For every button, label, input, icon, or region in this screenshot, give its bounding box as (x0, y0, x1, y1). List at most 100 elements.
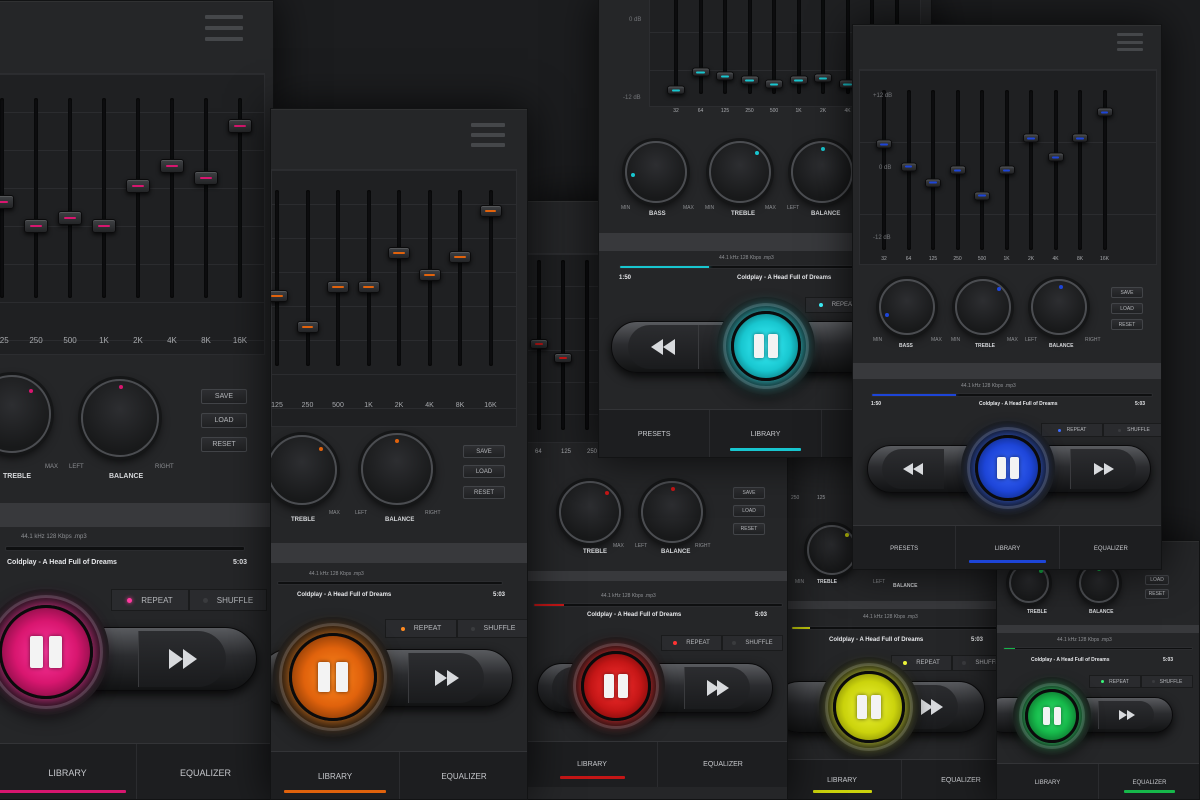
progress-bar[interactable] (1003, 647, 1193, 650)
reset-button[interactable]: RESET (463, 486, 505, 499)
repeat-toggle[interactable]: REPEAT (1041, 423, 1103, 437)
pause-button[interactable] (289, 633, 377, 721)
shuffle-toggle[interactable]: SHUFFLE (722, 635, 783, 651)
save-button[interactable]: SAVE (463, 445, 505, 458)
tab-equalizer[interactable]: EQUALIZER (400, 752, 527, 799)
eq-slider-8K[interactable] (194, 98, 218, 298)
slider-thumb[interactable] (789, 75, 808, 85)
eq-slider-125[interactable] (0, 98, 14, 298)
menu-icon[interactable] (1117, 33, 1143, 51)
eq-slider-125[interactable] (271, 190, 288, 366)
eq-slider-16K[interactable] (228, 98, 252, 298)
balance-knob[interactable] (81, 379, 159, 457)
progress-bar[interactable] (791, 626, 1013, 630)
slider-thumb[interactable] (900, 162, 917, 172)
eq-slider-2K[interactable] (388, 190, 410, 366)
slider-thumb[interactable] (716, 71, 734, 81)
shuffle-toggle[interactable]: SHUFFLE (1103, 423, 1161, 437)
eq-slider-250[interactable] (740, 0, 760, 94)
next-button[interactable] (684, 667, 750, 709)
eq-slider-8K[interactable] (449, 190, 471, 366)
reset-button[interactable]: RESET (201, 437, 247, 452)
eq-slider-1K[interactable] (92, 98, 116, 298)
next-button[interactable] (408, 653, 484, 703)
eq-slider-4K[interactable] (418, 190, 441, 366)
tab-equalizer[interactable]: EQUALIZER (137, 744, 273, 799)
slider-thumb[interactable] (1072, 133, 1088, 143)
slider-thumb[interactable] (530, 339, 548, 349)
eq-slider-32[interactable] (666, 0, 686, 95)
eq-slider-500[interactable] (58, 98, 82, 298)
eq-slider[interactable] (552, 260, 574, 430)
tab-library[interactable]: LIBRARY (997, 764, 1099, 799)
slider-thumb[interactable] (1047, 152, 1064, 162)
treble-knob[interactable] (807, 525, 857, 575)
load-button[interactable]: LOAD (463, 465, 505, 478)
eq-slider-2K[interactable] (126, 98, 150, 298)
slider-thumb[interactable] (194, 171, 218, 185)
tab-library[interactable]: LIBRARY (271, 752, 400, 799)
eq-slider[interactable] (528, 260, 550, 430)
slider-thumb[interactable] (925, 178, 941, 188)
slider-thumb[interactable] (357, 280, 380, 293)
slider-thumb[interactable] (1023, 133, 1039, 143)
pause-button[interactable] (833, 671, 905, 743)
slider-thumb[interactable] (92, 219, 116, 233)
eq-slider-4K[interactable] (160, 98, 184, 298)
tab-equalizer[interactable]: EQUALIZER (1060, 526, 1161, 569)
slider-thumb[interactable] (479, 205, 502, 218)
treble-knob[interactable] (709, 141, 771, 203)
repeat-toggle[interactable]: REPEAT (891, 655, 952, 671)
repeat-toggle[interactable]: REPEAT (385, 619, 457, 638)
reset-button[interactable]: RESET (1111, 319, 1143, 330)
next-button[interactable] (138, 631, 226, 687)
eq-slider-8K[interactable] (1070, 90, 1090, 250)
load-button[interactable]: LOAD (733, 505, 765, 517)
eq-slider-500[interactable] (764, 0, 784, 94)
previous-button[interactable] (882, 449, 944, 489)
eq-slider-2K[interactable] (813, 0, 833, 94)
eq-slider[interactable] (576, 260, 598, 430)
load-button[interactable]: LOAD (201, 413, 247, 428)
shuffle-toggle[interactable]: SHUFFLE (457, 619, 527, 638)
tab-library[interactable]: LIBRARY (710, 410, 822, 457)
progress-bar[interactable] (5, 546, 245, 551)
slider-thumb[interactable] (449, 250, 471, 263)
repeat-toggle[interactable]: REPEAT (1089, 675, 1141, 688)
save-button[interactable]: SAVE (733, 487, 765, 499)
slider-thumb[interactable] (0, 195, 14, 209)
slider-thumb[interactable] (814, 73, 832, 83)
progress-bar[interactable] (871, 393, 1153, 397)
next-button[interactable] (1098, 701, 1154, 729)
tab-library[interactable]: LIBRARY (783, 760, 902, 799)
eq-slider-16K[interactable] (479, 190, 502, 366)
slider-thumb[interactable] (418, 268, 441, 281)
treble-knob[interactable] (271, 435, 337, 505)
balance-knob[interactable] (791, 141, 853, 203)
bass-knob[interactable] (625, 141, 687, 203)
eq-slider-125[interactable] (715, 0, 735, 94)
slider-thumb[interactable] (24, 219, 48, 233)
treble-knob[interactable] (559, 481, 621, 543)
slider-thumb[interactable] (160, 159, 184, 173)
eq-slider-1K[interactable] (997, 90, 1017, 250)
menu-icon[interactable] (205, 15, 243, 41)
slider-thumb[interactable] (228, 119, 252, 133)
eq-slider-125[interactable] (923, 90, 943, 250)
slider-thumb[interactable] (126, 179, 150, 193)
eq-slider-64[interactable] (691, 0, 711, 94)
eq-slider-1K[interactable] (789, 0, 809, 94)
slider-thumb[interactable] (388, 247, 410, 260)
progress-bar[interactable] (533, 603, 783, 607)
eq-slider-64[interactable] (899, 90, 919, 250)
tab-library[interactable]: LIBRARY (956, 526, 1060, 569)
load-button[interactable]: LOAD (1145, 575, 1169, 585)
previous-button[interactable] (628, 325, 698, 369)
tab-presets[interactable]: PRESETS (599, 410, 711, 457)
repeat-toggle[interactable]: REPEAT (111, 589, 189, 611)
balance-knob[interactable] (1031, 279, 1087, 335)
reset-button[interactable]: RESET (733, 523, 765, 535)
slider-thumb[interactable] (740, 75, 759, 85)
bass-knob[interactable] (879, 279, 935, 335)
slider-thumb[interactable] (998, 165, 1015, 175)
